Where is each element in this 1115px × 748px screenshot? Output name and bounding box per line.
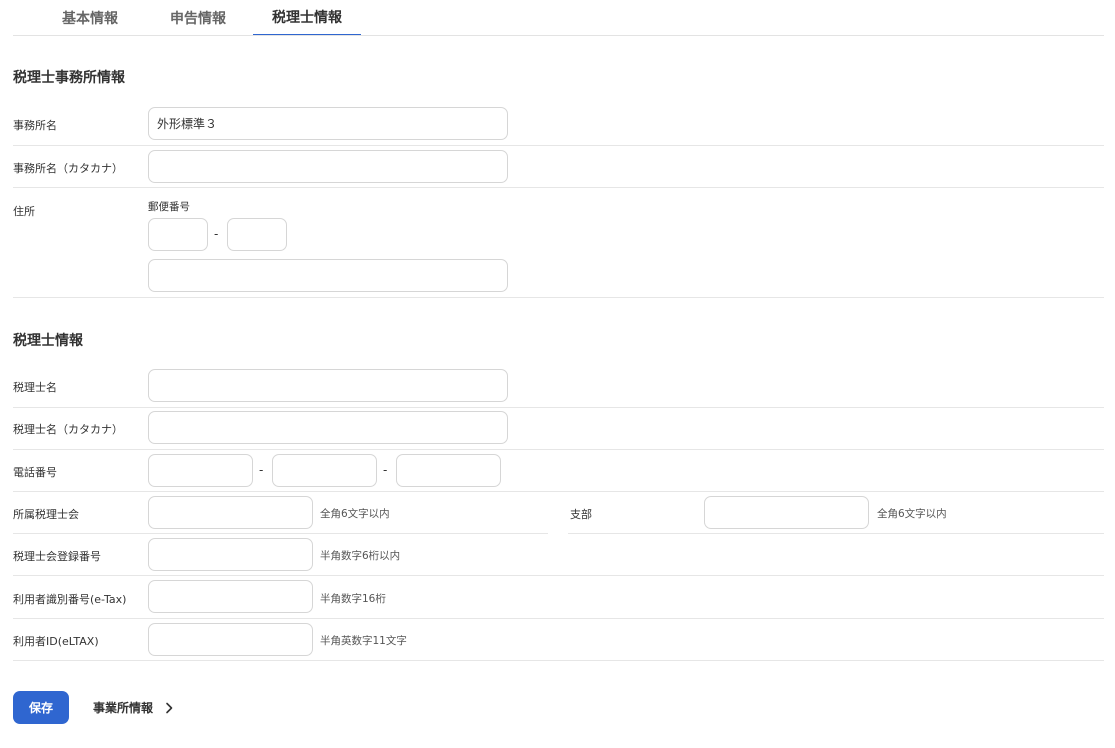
row-divider	[13, 660, 1104, 661]
tab-tax-accountant-info[interactable]: 税理士情報	[253, 0, 361, 36]
next-link-label: 事業所情報	[93, 701, 154, 715]
eltax-label: 利用者ID(eLTAX)	[13, 635, 99, 648]
chevron-right-icon	[166, 702, 173, 713]
etax-hint: 半角数字16桁	[320, 593, 386, 605]
association-input[interactable]	[148, 496, 313, 529]
postal-code-first-input[interactable]	[148, 218, 208, 251]
tab-filing-info[interactable]: 申告情報	[152, 0, 244, 36]
tab-divider	[13, 35, 1104, 36]
tab-basic-info[interactable]: 基本情報	[44, 0, 136, 36]
postal-code-label: 郵便番号	[148, 201, 190, 213]
row-divider	[13, 575, 1104, 576]
branch-input[interactable]	[704, 496, 869, 529]
phone-dash: -	[383, 463, 388, 477]
row-divider	[13, 187, 1104, 188]
row-divider	[13, 297, 1104, 298]
branch-hint: 全角6文字以内	[877, 508, 947, 520]
association-hint: 全角6文字以内	[320, 508, 390, 520]
accountant-name-input[interactable]	[148, 369, 508, 402]
row-divider	[13, 533, 548, 534]
office-name-input[interactable]	[148, 107, 508, 140]
accountant-kana-input[interactable]	[148, 411, 508, 444]
accountant-name-label: 税理士名	[13, 381, 57, 394]
postal-dash: -	[214, 227, 219, 241]
office-kana-label: 事務所名（カタカナ）	[13, 162, 123, 175]
address-input[interactable]	[148, 259, 508, 292]
eltax-hint: 半角英数字11文字	[320, 635, 407, 647]
address-label: 住所	[13, 205, 35, 218]
row-divider	[13, 491, 1104, 492]
phone-second-input[interactable]	[272, 454, 377, 487]
etax-label: 利用者識別番号(e-Tax)	[13, 593, 127, 606]
branch-label: 支部	[570, 508, 592, 521]
save-button[interactable]: 保存	[13, 691, 69, 724]
row-divider	[13, 407, 1104, 408]
row-divider	[13, 145, 1104, 146]
association-label: 所属税理士会	[13, 508, 79, 521]
eltax-input[interactable]	[148, 623, 313, 656]
accountant-section-title: 税理士情報	[13, 333, 83, 349]
row-divider	[13, 618, 1104, 619]
accountant-kana-label: 税理士名（カタカナ）	[13, 423, 123, 436]
row-divider	[13, 449, 1104, 450]
office-section-title: 税理士事務所情報	[13, 70, 125, 86]
registration-hint: 半角数字6桁以内	[320, 550, 401, 562]
office-kana-input[interactable]	[148, 150, 508, 183]
phone-third-input[interactable]	[396, 454, 501, 487]
registration-input[interactable]	[148, 538, 313, 571]
postal-code-second-input[interactable]	[227, 218, 287, 251]
phone-label: 電話番号	[13, 466, 57, 479]
etax-input[interactable]	[148, 580, 313, 613]
phone-dash: -	[259, 463, 264, 477]
next-office-info-link[interactable]: 事業所情報	[93, 691, 173, 724]
row-divider	[568, 533, 1104, 534]
registration-label: 税理士会登録番号	[13, 550, 101, 563]
office-name-label: 事務所名	[13, 119, 57, 132]
phone-first-input[interactable]	[148, 454, 253, 487]
